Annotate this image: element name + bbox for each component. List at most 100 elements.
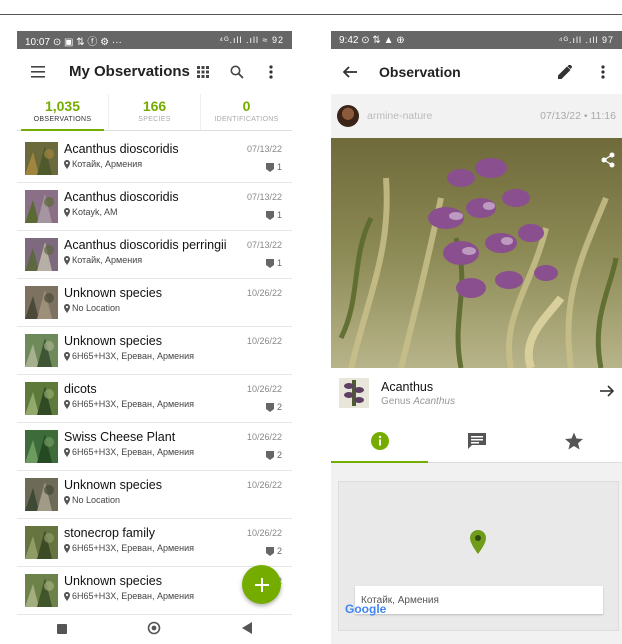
observation-thumbnail <box>25 238 58 271</box>
status-bar: 10:07 ⊙ ▣ ⇅ ⓕ ⚙ ··· ⁴ᴳ.ıll .ıll ≈ 92 <box>17 31 292 49</box>
status-time: 9:42 <box>339 34 359 46</box>
observation-thumbnail <box>25 574 58 607</box>
page-title: Observation <box>379 63 461 80</box>
location-pin-icon <box>64 255 70 265</box>
star-icon <box>564 432 583 450</box>
list-item[interactable]: dicots 6H65+H3X, Ереван, Армения 10/26/22 2 <box>17 375 292 423</box>
list-item[interactable]: Unknown species No Location 10/26/22 <box>17 471 292 519</box>
identification-icon <box>265 402 274 412</box>
location-pin-icon <box>64 351 70 361</box>
identification-count: 2 <box>265 546 282 556</box>
stats-tabs: 1,035 OBSERVATIONS 166 SPECIES 0 IDENTIF… <box>17 94 292 131</box>
list-item[interactable]: Swiss Cheese Plant 6H65+H3X, Ереван, Арме… <box>17 423 292 471</box>
page-divider <box>0 14 622 15</box>
observation-date: 07/13/22 <box>246 144 282 154</box>
edit-icon[interactable] <box>554 61 576 83</box>
plus-icon <box>254 577 269 592</box>
identification-icon <box>265 546 274 556</box>
location-map[interactable]: Котайк, Армения Google <box>338 481 619 631</box>
back-nav-icon[interactable] <box>241 621 252 639</box>
arrow-right-icon[interactable] <box>600 384 615 402</box>
observation-location: Котайк, Армения <box>64 159 284 169</box>
location-pin-icon <box>64 159 70 169</box>
observation-location: 6H65+H3X, Ереван, Армения <box>64 351 284 361</box>
comments-icon <box>467 433 486 449</box>
app-bar: Observation <box>331 49 622 94</box>
identification-icon <box>265 258 274 268</box>
observation-thumbnail <box>25 286 58 319</box>
list-item[interactable]: Unknown species No Location 10/26/22 <box>17 279 292 327</box>
list-item[interactable]: Acanthus dioscoridis perringii Котайк, Ар… <box>17 231 292 279</box>
identifications-label: IDENTIFICATIONS <box>214 116 279 123</box>
user-name[interactable]: armine-nature <box>367 110 540 122</box>
location-pin-icon <box>64 303 70 313</box>
more-options-icon[interactable] <box>592 61 614 83</box>
map-pin-icon <box>470 530 486 554</box>
observation-date: 10/26/22 <box>246 336 282 346</box>
location-pin-icon <box>64 591 70 601</box>
avatar[interactable] <box>337 105 359 127</box>
page-title: My Observations <box>69 63 190 80</box>
observation-date: 10/26/22 <box>246 480 282 490</box>
observation-location: No Location <box>64 495 284 505</box>
observation-location: Котайк, Армения <box>64 255 284 265</box>
observation-location: 6H65+H3X, Ереван, Армения <box>64 543 284 553</box>
place-name: Котайк, Армения <box>355 586 603 614</box>
status-right: ⁴ᴳ.ıll .ıll 97 <box>558 35 614 45</box>
status-bar: 9:42 ⊙ ⇅ ▲ ⊕ ⁴ᴳ.ıll .ıll 97 <box>331 31 622 49</box>
add-observation-button[interactable] <box>242 565 281 604</box>
observation-date: 10/26/22 <box>246 528 282 538</box>
search-icon[interactable] <box>226 61 248 83</box>
observation-thumbnail <box>25 430 58 463</box>
observation-thumbnail <box>25 334 58 367</box>
identification-icon <box>265 450 274 460</box>
observation-thumbnail <box>25 526 58 559</box>
taxon-row[interactable]: Acanthus Genus Acanthus <box>331 368 622 418</box>
observation-date: 10/26/22 <box>246 384 282 394</box>
list-item[interactable]: Unknown species 6H65+H3X, Ереван, Армения… <box>17 327 292 375</box>
observation-thumbnail <box>25 478 58 511</box>
observation-location: 6H65+H3X, Ереван, Армения <box>64 399 284 409</box>
recents-icon[interactable] <box>57 621 68 639</box>
location-pin-icon <box>64 207 70 217</box>
tab-observations[interactable]: 1,035 OBSERVATIONS <box>17 94 108 131</box>
species-label: SPECIES <box>138 116 171 123</box>
system-nav-bar <box>17 616 292 644</box>
observations-count: 1,035 <box>44 98 81 114</box>
list-item[interactable]: Acanthus dioscoridis Kotayk, AM 07/13/22 1 <box>17 183 292 231</box>
tab-activity[interactable] <box>428 420 525 462</box>
status-icons: ⊙ ⇅ ▲ ⊕ <box>361 34 405 46</box>
observation-list: Acanthus dioscoridis Котайк, Армения 07/13… <box>17 135 292 615</box>
tab-favorites[interactable] <box>525 420 622 462</box>
back-arrow-icon[interactable] <box>339 61 361 83</box>
observation-photo[interactable] <box>331 138 622 368</box>
observation-thumbnail <box>25 382 58 415</box>
identification-count: 1 <box>265 210 282 220</box>
menu-icon[interactable] <box>27 61 49 83</box>
detail-tabs <box>331 420 622 463</box>
list-item[interactable]: Acanthus dioscoridis Котайк, Армения 07/13… <box>17 135 292 183</box>
taxon-rank: Genus Acanthus <box>381 395 455 407</box>
status-icons: ⊙ ▣ ⇅ ⓕ ⚙ ··· <box>52 36 122 48</box>
identifications-count: 0 <box>242 98 251 114</box>
google-logo: Google <box>345 602 387 616</box>
identification-icon <box>265 162 274 172</box>
observation-location: 6H65+H3X, Ереван, Армения <box>64 447 284 457</box>
tab-identifications[interactable]: 0 IDENTIFICATIONS <box>200 94 292 130</box>
identification-count: 1 <box>265 162 282 172</box>
grid-view-icon[interactable] <box>192 61 214 83</box>
more-options-icon[interactable] <box>260 61 282 83</box>
observation-location: Kotayk, AM <box>64 207 284 217</box>
home-icon[interactable] <box>147 621 161 640</box>
tab-info[interactable] <box>331 420 428 463</box>
location-pin-icon <box>64 543 70 553</box>
location-pin-icon <box>64 447 70 457</box>
identification-count: 1 <box>265 258 282 268</box>
observation-location: No Location <box>64 303 284 313</box>
observation-detail-screen: 9:42 ⊙ ⇅ ▲ ⊕ ⁴ᴳ.ıll .ıll 97 Observation … <box>331 31 622 644</box>
tab-species[interactable]: 166 SPECIES <box>108 94 200 130</box>
observation-date: 07/13/22 <box>246 192 282 202</box>
list-item[interactable]: stonecrop family 6H65+H3X, Ереван, Армени… <box>17 519 292 567</box>
identification-count: 2 <box>265 450 282 460</box>
identification-icon <box>265 210 274 220</box>
